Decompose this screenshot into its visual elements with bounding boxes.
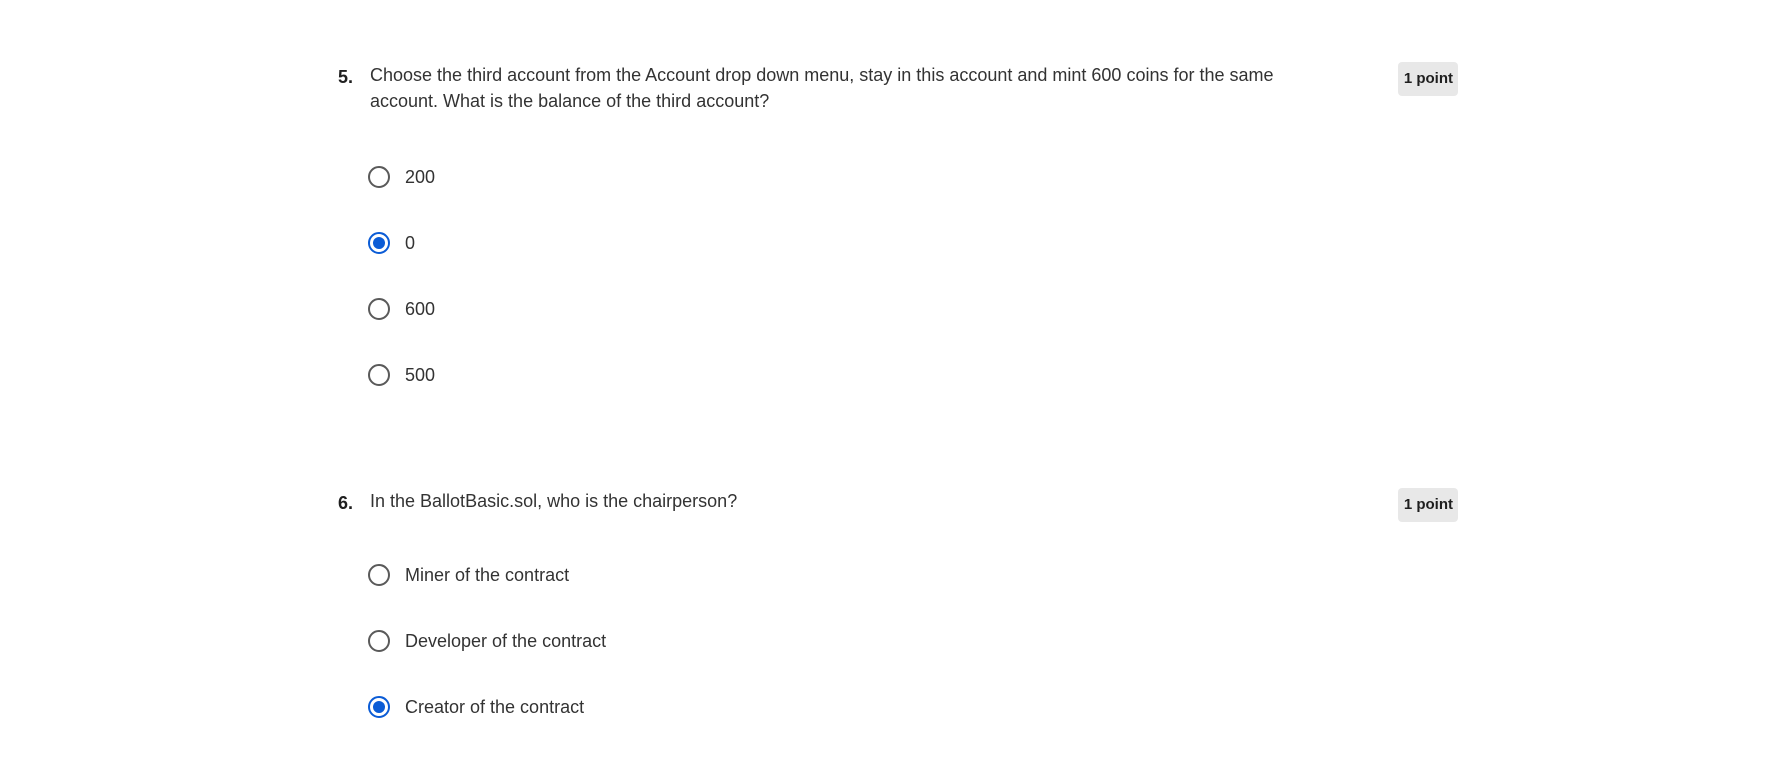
question-text: In the BallotBasic.sol, who is the chair… [370,491,738,511]
radio-unchecked-icon[interactable] [368,564,390,586]
points-badge: 1 point [1397,62,1458,96]
radio-unchecked-icon[interactable] [368,630,390,652]
option-0[interactable]: 0 [368,230,1458,256]
question-text: Choose the third account from the Accoun… [370,65,1274,111]
option-miner[interactable]: Miner of the contract [368,562,1458,588]
option-label: 600 [405,299,436,319]
option-label: 0 [405,233,416,253]
radio-checked-icon[interactable] [368,232,390,254]
option-label: 500 [405,365,436,385]
options-list: 200 0 600 500 [368,164,1458,388]
question-number: 6. [338,493,354,513]
quiz-page: 5. Choose the third account from the Acc… [0,0,1792,778]
radio-unchecked-icon[interactable] [368,364,390,386]
options-list: Miner of the contract Developer of the c… [368,562,1458,720]
question-5: 5. Choose the third account from the Acc… [338,62,1458,428]
option-label: Developer of the contract [405,631,607,651]
radio-checked-icon[interactable] [368,696,390,718]
question-header: 5. Choose the third account from the Acc… [338,62,1458,114]
question-6: 6. In the BallotBasic.sol, who is the ch… [338,488,1458,760]
option-creator[interactable]: Creator of the contract [368,694,1458,720]
points-badge: 1 point [1397,488,1458,522]
option-developer[interactable]: Developer of the contract [368,628,1458,654]
option-600[interactable]: 600 [368,296,1458,322]
option-label: 200 [405,167,436,187]
option-200[interactable]: 200 [368,164,1458,190]
question-number: 5. [338,67,354,87]
radio-unchecked-icon[interactable] [368,166,390,188]
option-label: Creator of the contract [405,697,585,717]
radio-unchecked-icon[interactable] [368,298,390,320]
question-header: 6. In the BallotBasic.sol, who is the ch… [338,488,1458,522]
option-label: Miner of the contract [405,565,570,585]
option-500[interactable]: 500 [368,362,1458,388]
